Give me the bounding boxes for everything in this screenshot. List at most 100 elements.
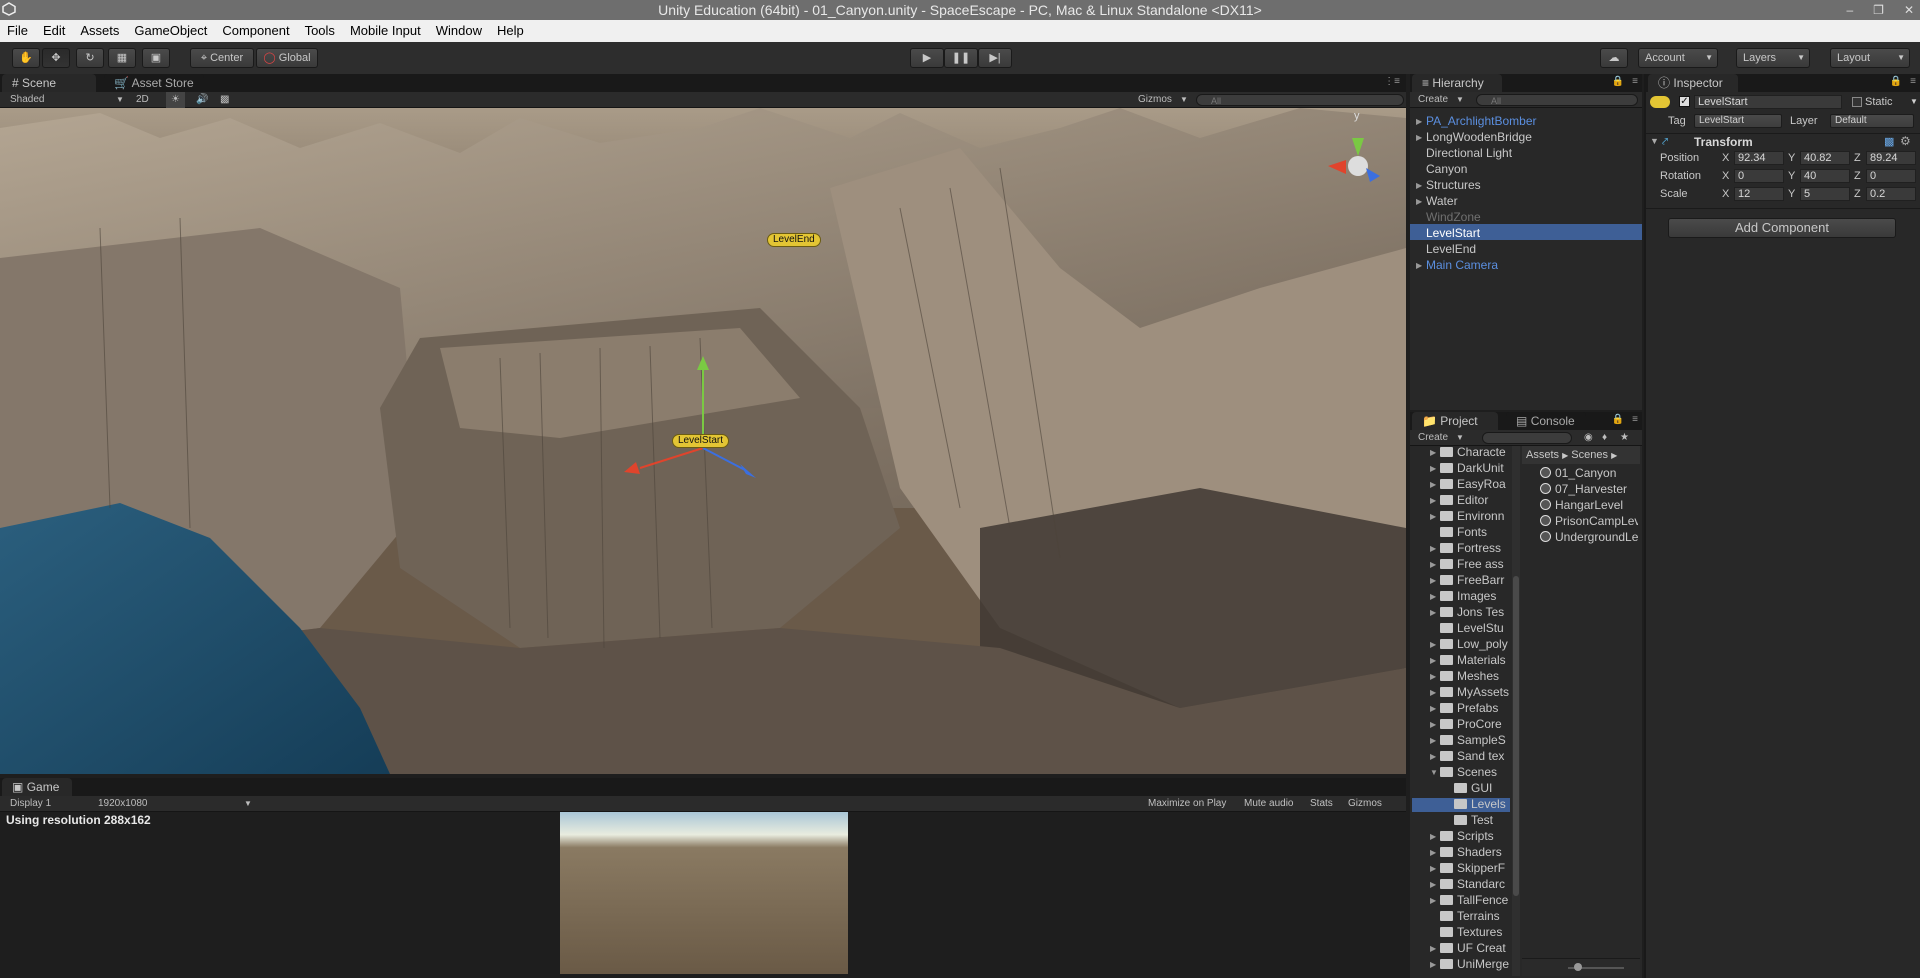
scene-file[interactable]: HangarLevel <box>1540 497 1638 513</box>
project-folder[interactable]: Test <box>1454 812 1510 828</box>
hierarchy-search-input[interactable]: All <box>1476 94 1638 106</box>
expand-arrow-icon[interactable]: ▶ <box>1430 848 1436 857</box>
project-folder[interactable]: Levels <box>1454 796 1510 812</box>
play-button[interactable]: ▶ <box>910 48 944 68</box>
expand-arrow-icon[interactable]: ▶ <box>1430 608 1436 617</box>
transform-z-field[interactable]: 0.2 <box>1866 187 1916 201</box>
expand-arrow-icon[interactable]: ▶ <box>1430 720 1436 729</box>
layout-dropdown[interactable]: Layout ▼ <box>1830 48 1910 68</box>
project-folder[interactable]: SkipperF <box>1440 860 1510 876</box>
layers-dropdown[interactable]: Layers ▼ <box>1736 48 1810 68</box>
game-gizmos-dropdown[interactable]: Gizmos <box>1348 796 1382 812</box>
project-folder[interactable]: UF Creat <box>1440 940 1510 956</box>
levelend-scene-label[interactable]: LevelEnd <box>767 233 821 247</box>
tab-hierarchy[interactable]: ≡ Hierarchy <box>1412 74 1502 92</box>
hierarchy-create-button[interactable]: Create <box>1418 92 1448 108</box>
tab-game[interactable]: ▣ Game <box>2 778 72 796</box>
project-folder[interactable]: Textures <box>1440 924 1510 940</box>
project-folder[interactable]: Jons Tes <box>1440 604 1510 620</box>
mode-2d-toggle[interactable]: 2D <box>136 92 149 108</box>
slider-handle[interactable] <box>1574 963 1582 971</box>
hierarchy-item[interactable]: LevelStart <box>1426 225 1480 241</box>
gear-icon[interactable]: ⚙ <box>1900 134 1911 148</box>
menu-mobile-input[interactable]: Mobile Input <box>343 20 429 42</box>
layer-dropdown[interactable]: Default <box>1830 114 1914 128</box>
project-folder[interactable]: Standarc <box>1440 876 1510 892</box>
mute-audio-toggle[interactable]: Mute audio <box>1244 796 1293 812</box>
transform-x-field[interactable]: 92.34 <box>1734 151 1784 165</box>
menu-file[interactable]: File <box>0 20 36 42</box>
object-icon[interactable] <box>1650 96 1670 108</box>
project-tree-scrollbar[interactable] <box>1512 446 1520 976</box>
project-folder[interactable]: UniMerge <box>1440 956 1510 972</box>
expand-arrow-icon[interactable]: ▶ <box>1430 464 1436 473</box>
project-folder[interactable]: Shaders <box>1440 844 1510 860</box>
project-folder[interactable]: Low_poly <box>1440 636 1510 652</box>
collapse-arrow-icon[interactable]: ▼ <box>1430 768 1438 777</box>
display-dropdown[interactable]: Display 1 <box>10 796 51 812</box>
audio-toggle-icon[interactable]: 🔊 <box>196 92 208 108</box>
pause-button[interactable]: ❚❚ <box>944 48 978 68</box>
hierarchy-item[interactable]: Structures <box>1426 177 1481 193</box>
tab-scene[interactable]: # Scene <box>2 74 96 92</box>
breadcrumb-assets[interactable]: Assets <box>1526 449 1559 461</box>
step-button[interactable]: ▶| <box>978 48 1012 68</box>
game-viewport[interactable]: Using resolution 288x162 <box>0 812 1406 978</box>
expand-arrow-icon[interactable]: ▶ <box>1430 592 1436 601</box>
project-folder[interactable]: Scripts <box>1440 828 1510 844</box>
project-folder[interactable]: Editor <box>1440 492 1510 508</box>
project-folder[interactable]: Terrains <box>1440 908 1510 924</box>
hierarchy-item[interactable]: LevelEnd <box>1426 241 1476 257</box>
expand-arrow-icon[interactable]: ▶ <box>1430 704 1436 713</box>
project-folder[interactable]: FreeBarr <box>1440 572 1510 588</box>
favorites-icon[interactable]: ★ <box>1620 430 1629 446</box>
expand-arrow-icon[interactable]: ▶ <box>1430 864 1436 873</box>
gizmos-dropdown[interactable]: Gizmos <box>1138 92 1172 108</box>
menu-gameobject[interactable]: GameObject <box>127 20 215 42</box>
expand-arrow-icon[interactable]: ▶ <box>1416 197 1422 206</box>
tab-asset-store[interactable]: 🛒 Asset Store <box>104 74 204 92</box>
project-folder[interactable]: Free ass <box>1440 556 1510 572</box>
chevron-down-icon[interactable]: ▼ <box>1906 96 1918 110</box>
project-folder[interactable]: ProCore <box>1440 716 1510 732</box>
panel-menu-icon[interactable]: ≡ <box>1632 414 1638 425</box>
panel-menu-icon[interactable]: ≡ <box>1632 76 1638 87</box>
menu-assets[interactable]: Assets <box>73 20 127 42</box>
project-folder[interactable]: Meshes <box>1440 668 1510 684</box>
menu-window[interactable]: Window <box>429 20 490 42</box>
project-folder[interactable]: Materials <box>1440 652 1510 668</box>
effects-toggle-icon[interactable]: ▩ <box>220 92 229 108</box>
transform-x-field[interactable]: 0 <box>1734 169 1784 183</box>
static-checkbox[interactable] <box>1852 97 1862 107</box>
menu-help[interactable]: Help <box>490 20 532 42</box>
menu-tools[interactable]: Tools <box>298 20 343 42</box>
rotate-tool-button[interactable]: ↻ <box>76 48 104 68</box>
project-folder[interactable]: LevelStu <box>1440 620 1510 636</box>
expand-arrow-icon[interactable]: ▶ <box>1430 496 1436 505</box>
expand-arrow-icon[interactable]: ▶ <box>1430 640 1436 649</box>
expand-arrow-icon[interactable]: ▶ <box>1416 261 1422 270</box>
stats-toggle[interactable]: Stats <box>1310 796 1333 812</box>
scrollbar-thumb[interactable] <box>1513 576 1519 896</box>
panel-menu-icon[interactable]: ≡ <box>1910 76 1916 87</box>
breadcrumb-scenes[interactable]: Scenes <box>1571 449 1608 461</box>
expand-arrow-icon[interactable]: ▶ <box>1430 480 1436 489</box>
expand-arrow-icon[interactable]: ▶ <box>1430 880 1436 889</box>
expand-arrow-icon[interactable]: ▶ <box>1430 512 1436 521</box>
help-icon[interactable]: ▩ <box>1884 135 1894 148</box>
transform-header[interactable]: Transform <box>1694 135 1753 149</box>
project-folder[interactable]: TallFence <box>1440 892 1510 908</box>
project-folder[interactable]: Images <box>1440 588 1510 604</box>
tab-console[interactable]: ▤ Console <box>1506 412 1586 430</box>
project-search-input[interactable] <box>1482 432 1572 444</box>
resolution-dropdown[interactable]: 1920x1080 <box>98 796 148 812</box>
transform-y-field[interactable]: 40.82 <box>1800 151 1850 165</box>
expand-arrow-icon[interactable]: ▶ <box>1430 576 1436 585</box>
menu-component[interactable]: Component <box>215 20 297 42</box>
lock-icon[interactable]: 🔒 <box>1890 76 1902 87</box>
project-folder[interactable]: Scenes <box>1440 764 1510 780</box>
project-folder[interactable]: Sand tex <box>1440 748 1510 764</box>
project-folder[interactable]: EasyRoa <box>1440 476 1510 492</box>
restore-icon[interactable]: ❐ <box>1873 3 1904 17</box>
scene-viewport[interactable]: LevelEnd LevelStart y <box>0 108 1406 774</box>
